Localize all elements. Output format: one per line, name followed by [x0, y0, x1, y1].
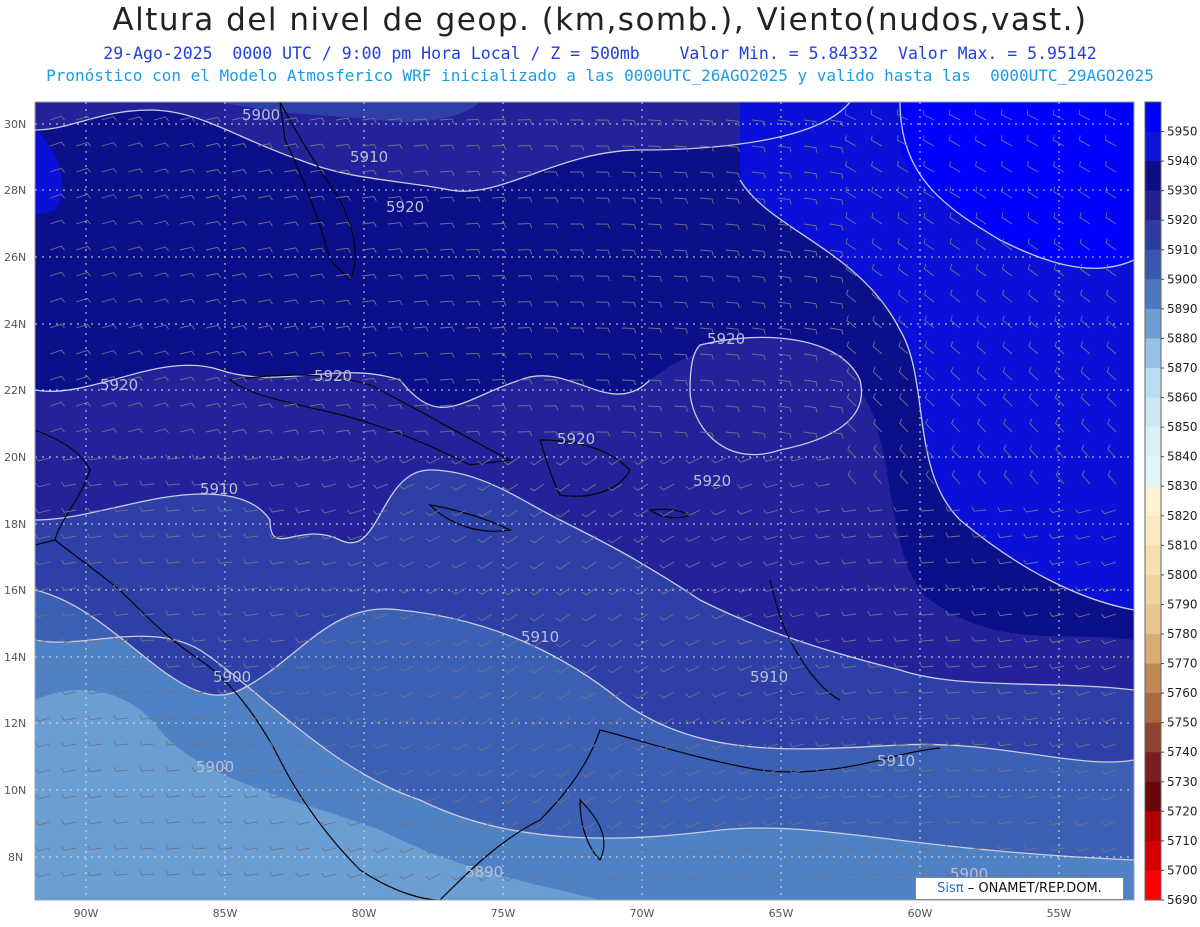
lat-label: 28N — [4, 184, 26, 197]
colorbar-label: 5940 — [1167, 154, 1198, 168]
lat-label: 14N — [4, 651, 26, 664]
contour-label: 5920 — [557, 430, 595, 448]
lat-label: 16N — [4, 584, 26, 597]
lat-axis-labels: 30N 28N 26N 24N 22N 20N 18N 16N 14N 12N … — [4, 118, 26, 864]
lon-label: 80W — [352, 907, 377, 920]
credit-text: – ONAMET/REP.DOM. — [967, 881, 1102, 896]
lon-label: 75W — [491, 907, 516, 920]
colorbar-swatch — [1145, 190, 1161, 221]
colorbar-swatch — [1145, 486, 1161, 517]
geopotential-shading: 5900 5910 5920 5920 5920 5920 5920 5920 … — [35, 102, 1134, 900]
colorbar-label: 5850 — [1167, 420, 1198, 434]
colorbar-swatch — [1145, 427, 1161, 458]
colorbar-swatch — [1145, 545, 1161, 576]
colorbar-label: 5920 — [1167, 213, 1198, 227]
colorbar-swatch — [1145, 515, 1161, 546]
lat-label: 22N — [4, 384, 26, 397]
colorbar-swatch — [1145, 663, 1161, 694]
colorbar-label: 5880 — [1167, 331, 1198, 345]
colorbar-swatch — [1145, 249, 1161, 280]
colorbar-label: 5700 — [1167, 863, 1198, 877]
contour-label: 5910 — [750, 668, 788, 686]
colorbar-label: 5720 — [1167, 804, 1198, 818]
colorbar-swatch — [1145, 161, 1161, 192]
colorbar-swatch — [1145, 397, 1161, 428]
colorbar-label: 5820 — [1167, 509, 1198, 523]
colorbar-swatch — [1145, 338, 1161, 369]
colorbar-swatch — [1145, 752, 1161, 783]
colorbar-label: 5750 — [1167, 716, 1198, 730]
lat-label: 12N — [4, 717, 26, 730]
colorbar-swatch — [1145, 456, 1161, 487]
lat-label: 30N — [4, 118, 26, 131]
colorbar-label: 5770 — [1167, 657, 1198, 671]
credit-brand: Sisπ — [937, 881, 964, 896]
colorbar-label: 5760 — [1167, 686, 1198, 700]
lon-label: 90W — [74, 907, 99, 920]
colorbar-swatch — [1145, 693, 1161, 724]
colorbar-label: 5740 — [1167, 745, 1198, 759]
contour-label: 5890 — [465, 863, 503, 881]
colorbar-label: 5730 — [1167, 775, 1198, 789]
contour-label: 5910 — [350, 148, 388, 166]
colorbar-label: 5840 — [1167, 450, 1198, 464]
color-scale-legend: 5950 5940 5930 5920 5910 5900 5890 5880 5870 5860… — [1144, 101, 1198, 907]
colorbar-swatch — [1145, 279, 1161, 310]
colorbar-label: 5930 — [1167, 184, 1198, 198]
colorbar-swatch — [1145, 131, 1161, 162]
colorbar-swatch — [1145, 634, 1161, 665]
contour-label: 5920 — [707, 330, 745, 348]
colorbar-label: 5790 — [1167, 597, 1198, 611]
colorbar-swatch — [1145, 102, 1161, 133]
colorbar-label: 5710 — [1167, 834, 1198, 848]
colorbar-label: 5780 — [1167, 627, 1198, 641]
colorbar-label: 5800 — [1167, 568, 1198, 582]
lat-label: 26N — [4, 251, 26, 264]
lon-label: 70W — [630, 907, 655, 920]
colorbar-swatch — [1145, 604, 1161, 635]
lat-label: 20N — [4, 451, 26, 464]
colorbar-swatch — [1145, 840, 1161, 871]
contour-label: 5910 — [521, 628, 559, 646]
colorbar-swatch — [1145, 220, 1161, 251]
colorbar-label: 5810 — [1167, 538, 1198, 552]
forecast-map: 5900 5910 5920 5920 5920 5920 5920 5920 … — [4, 101, 1198, 920]
contour-label: 5910 — [200, 480, 238, 498]
lon-label: 60W — [908, 907, 933, 920]
contour-label: 5920 — [314, 367, 352, 385]
contour-label: 5900 — [213, 668, 251, 686]
contour-label: 5920 — [693, 472, 731, 490]
lat-label: 10N — [4, 784, 26, 797]
colorbar-swatch — [1145, 781, 1161, 812]
colorbar-label: 5860 — [1167, 391, 1198, 405]
colorbar-label: 5870 — [1167, 361, 1198, 375]
lat-label: 24N — [4, 318, 26, 331]
lat-label: 18N — [4, 518, 26, 531]
colorbar-label: 5690 — [1167, 893, 1198, 907]
credit-badge: Sisπ – ONAMET/REP.DOM. — [915, 877, 1124, 900]
colorbar-swatch — [1145, 811, 1161, 842]
contour-label: 5910 — [877, 752, 915, 770]
colorbar-swatch — [1145, 368, 1161, 399]
colorbar-swatch — [1145, 722, 1161, 753]
lon-label: 65W — [769, 907, 794, 920]
colorbar-swatch — [1145, 308, 1161, 339]
lat-label: 8N — [8, 851, 23, 864]
colorbar-label: 5950 — [1167, 125, 1198, 139]
colorbar-label: 5830 — [1167, 479, 1198, 493]
contour-label: 5920 — [100, 376, 138, 394]
colorbar-swatch — [1145, 870, 1161, 901]
lon-label: 55W — [1047, 907, 1072, 920]
colorbar-label: 5910 — [1167, 243, 1198, 257]
lon-label: 85W — [213, 907, 238, 920]
lon-axis-labels: 90W 85W 80W 75W 70W 65W 60W 55W — [74, 907, 1072, 920]
contour-label: 5900 — [196, 758, 234, 776]
contour-label: 5900 — [242, 106, 280, 124]
contour-label: 5920 — [386, 198, 424, 216]
colorbar-label: 5900 — [1167, 272, 1198, 286]
colorbar-swatch — [1145, 574, 1161, 605]
colorbar-label: 5890 — [1167, 302, 1198, 316]
